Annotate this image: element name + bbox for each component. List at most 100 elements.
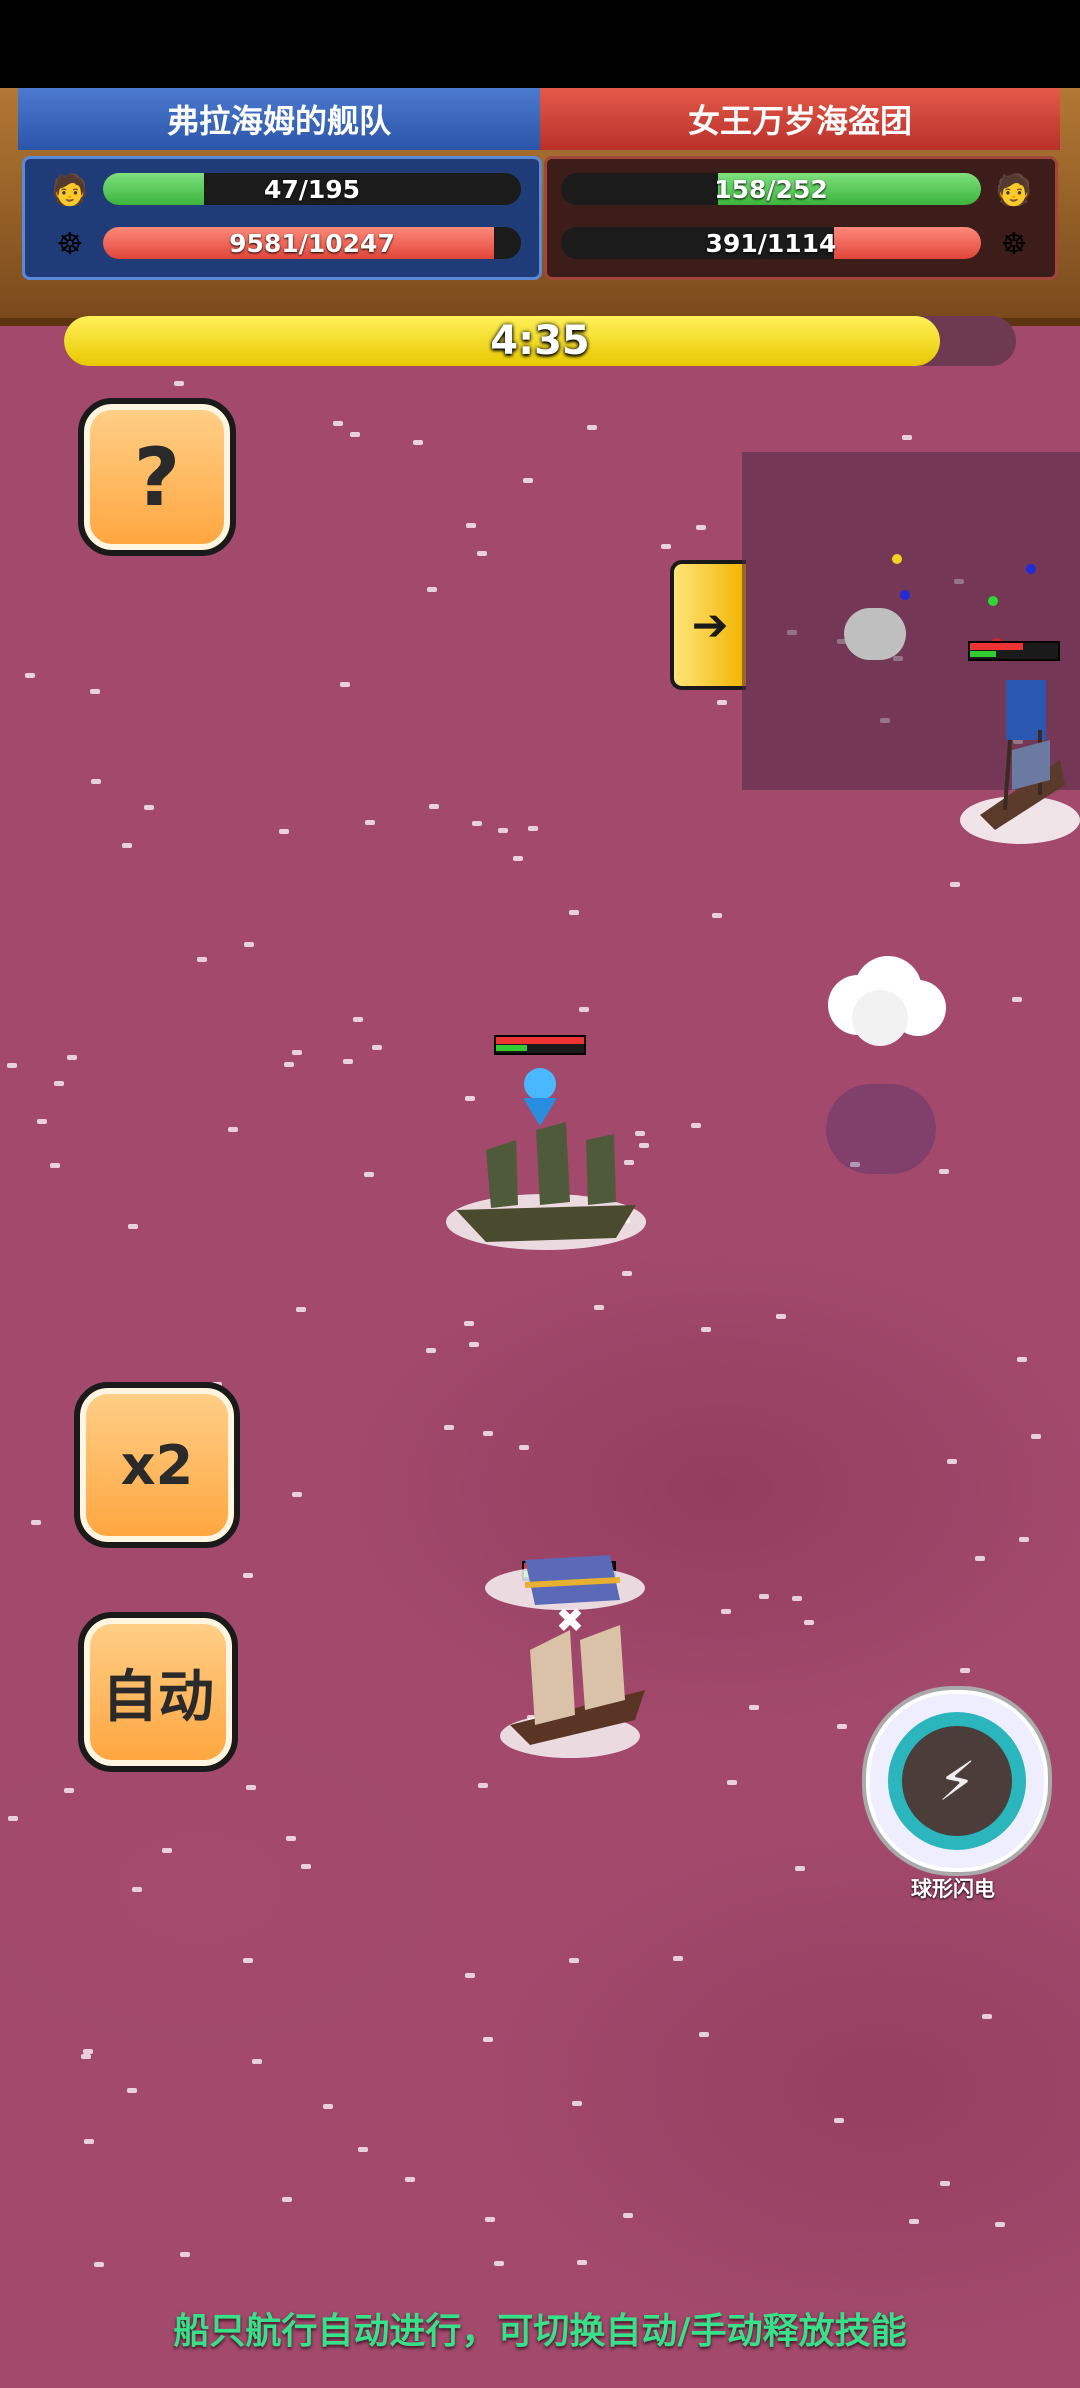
wave-mark [31, 1520, 41, 1525]
help-button[interactable]: ? [78, 398, 236, 556]
wave-mark [1017, 1357, 1027, 1362]
ship-wheel-icon: ☸ [1000, 226, 1028, 262]
wave-mark [292, 1492, 302, 1497]
wave-mark [513, 856, 523, 861]
wave-mark [483, 1431, 493, 1436]
wave-mark [519, 1445, 529, 1450]
wave-mark [837, 1724, 847, 1729]
player-ship-health-bar [494, 1035, 586, 1055]
wave-mark [579, 1007, 589, 1012]
wave-mark [483, 2037, 493, 2042]
wave-mark [296, 1307, 306, 1312]
wave-mark [323, 2104, 333, 2109]
svg-text:✖: ✖ [556, 1601, 585, 1641]
wave-mark [292, 1050, 302, 1055]
wave-mark [90, 689, 100, 694]
wave-mark [498, 828, 508, 833]
minimap-toggle-arrow-icon[interactable]: ➔ [670, 560, 746, 690]
wave-mark [569, 910, 579, 915]
wave-mark [465, 1096, 475, 1101]
wave-mark [144, 805, 154, 810]
wave-mark [364, 1172, 374, 1177]
wave-mark [792, 1596, 802, 1601]
wave-mark [243, 1573, 253, 1578]
left-hull-value: 9581/10247 [229, 228, 395, 258]
lightning-sphere-icon: ⚡ [902, 1726, 1012, 1836]
wave-mark [333, 421, 343, 426]
minimap-island [844, 608, 906, 660]
wave-mark [340, 682, 350, 687]
wave-mark [691, 1123, 701, 1128]
wave-mark [478, 1783, 488, 1788]
speed-x2-button[interactable]: x2 [74, 1382, 240, 1548]
wave-mark [127, 2088, 137, 2093]
right-team-panel: 158/252 391/1114 🧑 ☸ [544, 156, 1058, 280]
wave-mark [749, 1705, 759, 1710]
wave-mark [960, 1668, 970, 1673]
wave-mark [279, 829, 289, 834]
wave-mark [587, 425, 597, 430]
right-team-name: 女王万岁海盗团 [540, 88, 1060, 150]
wave-mark [64, 1788, 74, 1793]
wave-mark [162, 1848, 172, 1853]
wave-mark [523, 478, 533, 483]
left-crew-bar: 47/195 [103, 173, 521, 205]
wave-mark [358, 2147, 368, 2152]
status-bar [0, 0, 1080, 88]
wave-mark [286, 1836, 296, 1841]
wave-mark [712, 913, 722, 918]
wave-mark [727, 1780, 737, 1785]
minimap-dot [892, 554, 902, 564]
auto-button[interactable]: 自动 [78, 1612, 238, 1772]
wave-mark [252, 2059, 262, 2064]
wave-mark [91, 779, 101, 784]
wave-mark [50, 1163, 60, 1168]
wave-mark [622, 1271, 632, 1276]
skill-name: 球形闪电 [911, 1877, 995, 1901]
right-crew-bar: 158/252 [561, 173, 981, 205]
wave-mark [577, 2260, 587, 2265]
wave-mark [494, 2261, 504, 2266]
cloud-shadow [826, 1084, 936, 1174]
wave-mark [37, 1119, 47, 1124]
wave-mark [673, 1956, 683, 1961]
enemy-ship[interactable] [950, 670, 1080, 860]
left-team-name: 弗拉海姆的舰队 [18, 88, 540, 150]
ally-ships[interactable]: ✖ [470, 1540, 660, 1770]
wave-mark [485, 2217, 495, 2222]
wave-mark [594, 1305, 604, 1310]
wave-mark [804, 1620, 814, 1625]
wave-mark [228, 1127, 238, 1132]
wave-mark [939, 1169, 949, 1174]
right-crew-value: 158/252 [714, 174, 828, 204]
wave-mark [94, 2262, 104, 2267]
wave-mark [25, 673, 35, 678]
wave-mark [717, 700, 727, 705]
minimap-dot [1026, 564, 1036, 574]
minimap-dot [900, 590, 910, 600]
wave-mark [623, 2213, 633, 2218]
player-ship[interactable] [436, 1110, 666, 1260]
wave-mark [469, 1342, 479, 1347]
wave-mark [81, 2054, 91, 2059]
wave-mark [1031, 1434, 1041, 1439]
wave-mark [572, 2101, 582, 2106]
wave-mark [350, 432, 360, 437]
left-crew-value: 47/195 [263, 174, 361, 204]
wave-mark [759, 1594, 769, 1599]
wave-mark [7, 1063, 17, 1068]
wave-mark [301, 1864, 311, 1869]
wave-mark [413, 440, 423, 445]
skill-ball-lightning-button[interactable]: ⚡ [866, 1690, 1048, 1872]
wave-mark [372, 1045, 382, 1050]
wave-mark [444, 1425, 454, 1430]
wave-mark [940, 2181, 950, 2186]
right-hull-bar: 391/1114 [561, 227, 981, 259]
wave-mark [477, 551, 487, 556]
enemy-ship-health-bar [968, 641, 1060, 661]
wave-mark [1012, 997, 1022, 1002]
wave-mark [696, 525, 706, 530]
battle-timer: 4:35 [64, 316, 1016, 366]
wave-mark [132, 1887, 142, 1892]
wave-mark [472, 821, 482, 826]
